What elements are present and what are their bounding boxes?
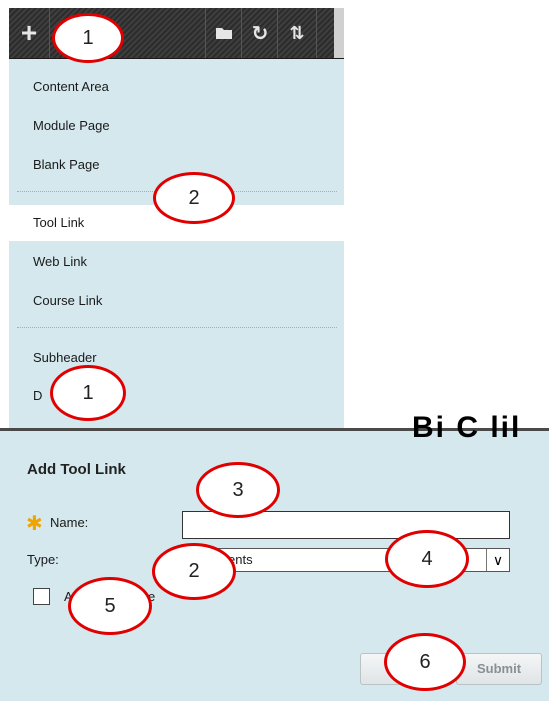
annotation-callout: 4 bbox=[385, 530, 469, 588]
available-checkbox[interactable] bbox=[33, 588, 50, 605]
menu-divider bbox=[17, 327, 337, 328]
name-label: Name: bbox=[50, 515, 89, 530]
chevron-down-icon[interactable]: ∨ bbox=[486, 549, 509, 571]
menu-item-course-link[interactable]: Course Link bbox=[9, 283, 344, 319]
form-title: Add Tool Link bbox=[27, 461, 126, 478]
annotation-callout: 2 bbox=[153, 172, 235, 224]
type-label: Type: bbox=[27, 552, 59, 567]
menu-item-subheader[interactable]: Subheader bbox=[9, 340, 344, 376]
annotation-callout: 5 bbox=[68, 577, 152, 635]
refresh-icon[interactable]: ↻ bbox=[241, 8, 278, 58]
toolbar-edge bbox=[334, 8, 344, 58]
annotation-callout: 6 bbox=[384, 633, 466, 691]
menu-item-web-link[interactable]: Web Link bbox=[9, 244, 344, 280]
menu-item-content-area[interactable]: Content Area bbox=[9, 69, 344, 105]
asterisk-icon: ✱ bbox=[26, 513, 43, 535]
panel-top-gap bbox=[9, 0, 344, 8]
annotation-callout: 1 bbox=[52, 13, 124, 63]
background-page-heading: Bi C lil bbox=[412, 411, 522, 444]
annotation-callout: 2 bbox=[152, 543, 236, 600]
annotation-callout: 1 bbox=[50, 365, 126, 421]
menu-item-module-page[interactable]: Module Page bbox=[9, 108, 344, 144]
annotation-callout: 3 bbox=[196, 462, 280, 518]
submit-button[interactable]: Submit bbox=[456, 653, 542, 685]
sort-icon[interactable]: ⇅ bbox=[277, 8, 317, 58]
plus-icon[interactable]: + bbox=[9, 8, 50, 58]
folder-icon[interactable] bbox=[205, 8, 242, 58]
